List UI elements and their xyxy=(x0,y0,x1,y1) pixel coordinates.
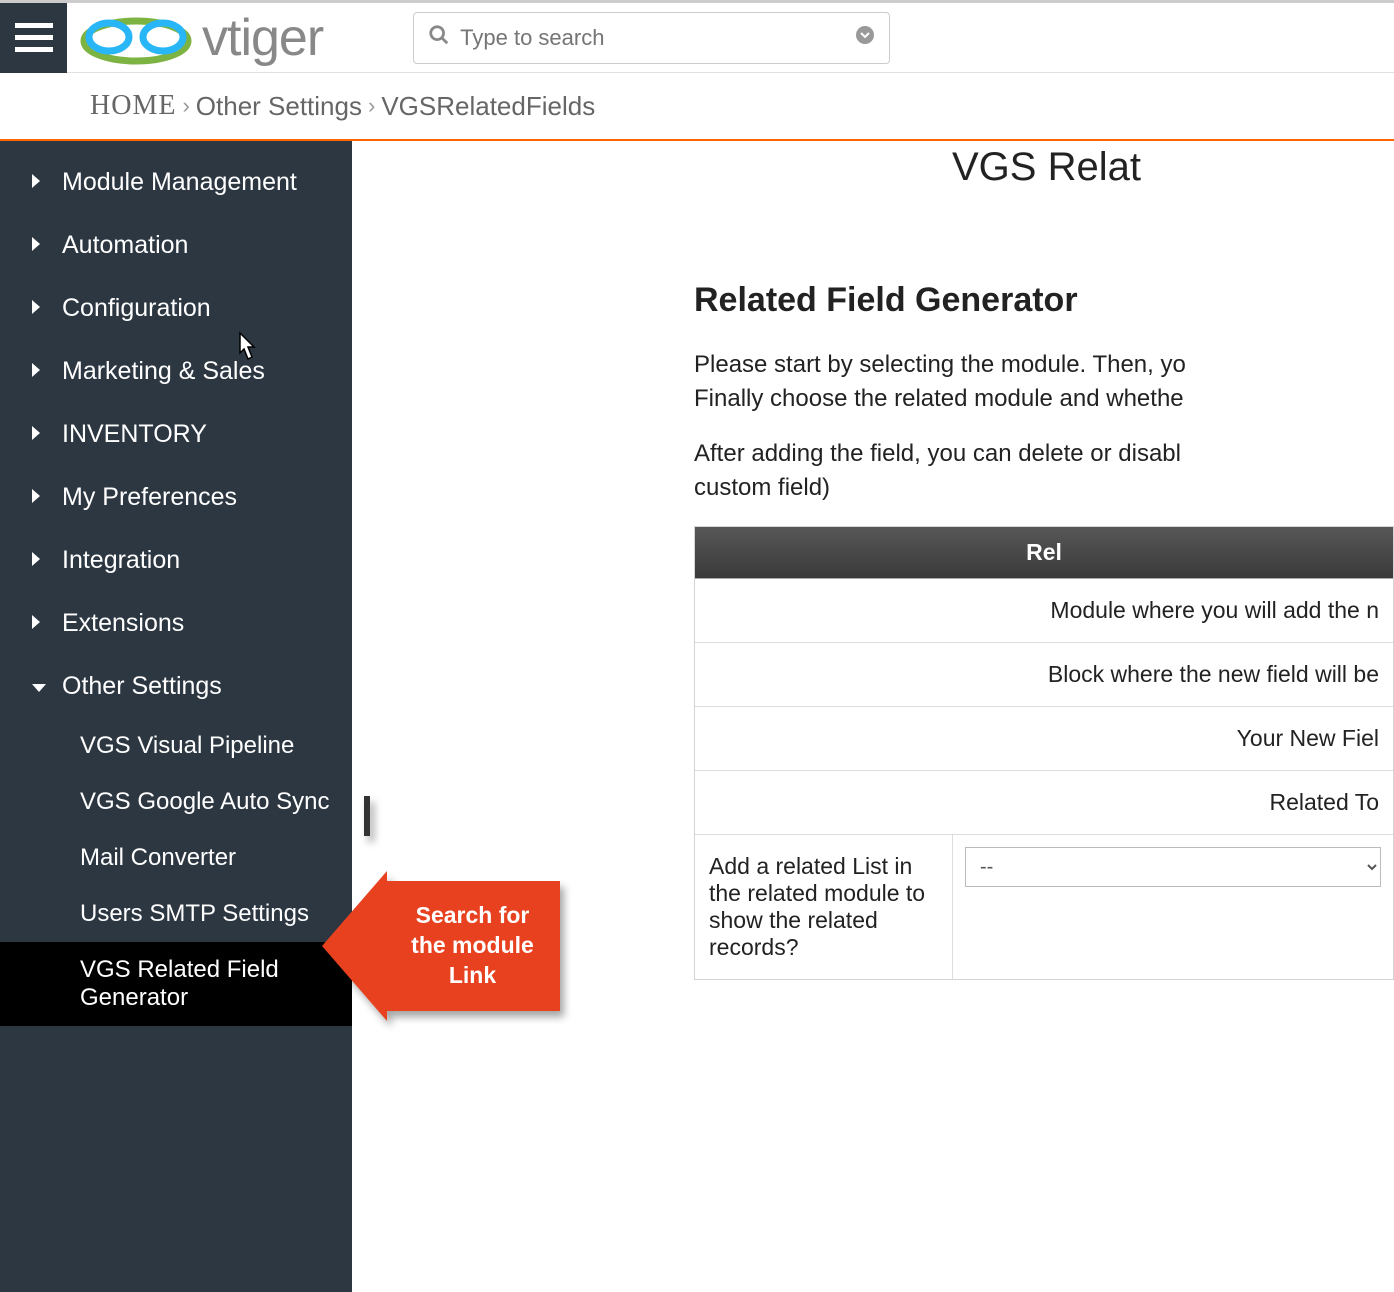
content-area: Related Field Generator Please start by … xyxy=(694,281,1394,980)
sidebar-item-module-management[interactable]: Module Management xyxy=(0,151,352,214)
main-content: VGS Relat Related Field Generator Please… xyxy=(352,141,1394,1292)
config-row: Module where you will add the n xyxy=(695,579,1393,643)
config-row: Related To xyxy=(695,771,1393,835)
breadcrumb: HOME › Other Settings › VGSRelatedFields xyxy=(0,73,1394,141)
sidebar-item-my-preferences[interactable]: My Preferences xyxy=(0,466,352,529)
sidebar-item-configuration[interactable]: Configuration xyxy=(0,277,352,340)
sidebar-subitem-visual-pipeline[interactable]: VGS Visual Pipeline xyxy=(0,718,352,774)
chevron-right-icon xyxy=(30,420,44,449)
sidebar-subitem-users-smtp[interactable]: Users SMTP Settings xyxy=(0,886,352,942)
search-input[interactable] xyxy=(460,25,855,51)
chevron-right-icon xyxy=(30,231,44,260)
config-table: Rel Module where you will add the n Bloc… xyxy=(694,526,1394,980)
sidebar-subitem-label: Users SMTP Settings xyxy=(80,900,309,927)
arrow-left-icon xyxy=(322,871,387,1021)
sidebar-item-label: Module Management xyxy=(62,168,297,197)
sidebar-item-integration[interactable]: Integration xyxy=(0,529,352,592)
config-cell-label: Your New Fiel xyxy=(695,707,1393,770)
sidebar-item-extensions[interactable]: Extensions xyxy=(0,592,352,655)
search-dropdown-icon[interactable] xyxy=(855,25,875,51)
callout-text: Search for the module Link xyxy=(385,881,560,1011)
desc-text: Finally choose the related module and wh… xyxy=(694,385,1184,412)
callout-annotation: Search for the module Link xyxy=(322,881,497,1011)
search-icon xyxy=(428,24,450,52)
desc-text: After adding the field, you can delete o… xyxy=(694,440,1181,467)
sidebar-item-label: My Preferences xyxy=(62,483,237,512)
sidebar: Module Management Automation Configurati… xyxy=(0,141,352,1292)
topbar: vtiger xyxy=(0,0,1394,73)
sidebar-item-marketing-sales[interactable]: Marketing & Sales xyxy=(0,340,352,403)
sidebar-item-label: Marketing & Sales xyxy=(62,357,265,386)
sidebar-item-label: INVENTORY xyxy=(62,420,207,449)
config-header: Rel xyxy=(695,527,1393,579)
sidebar-item-label: Automation xyxy=(62,231,188,260)
sidebar-item-label: Configuration xyxy=(62,294,211,323)
sidebar-subitem-label: VGS Visual Pipeline xyxy=(80,732,294,759)
sidebar-subitem-label: VGS Related Field Generator xyxy=(80,956,279,1011)
config-cell-label: Add a related List in the related module… xyxy=(695,835,953,979)
sidebar-subitem-related-field-generator[interactable]: VGS Related Field Generator xyxy=(0,942,352,1026)
hamburger-icon xyxy=(15,23,53,53)
logo-text: vtiger xyxy=(202,8,323,68)
desc-text: custom field) xyxy=(694,474,830,501)
sidebar-item-other-settings[interactable]: Other Settings xyxy=(0,655,352,718)
chevron-right-icon: › xyxy=(368,93,375,119)
config-cell-label: Block where the new field will be xyxy=(695,643,1393,706)
config-row: Your New Fiel xyxy=(695,707,1393,771)
logo-cloud-icon xyxy=(79,9,194,67)
config-row: Add a related List in the related module… xyxy=(695,835,1393,979)
search-box[interactable] xyxy=(413,12,890,64)
callout-stem-icon xyxy=(364,796,370,836)
related-list-select[interactable]: -- xyxy=(965,847,1381,887)
chevron-right-icon xyxy=(30,483,44,512)
breadcrumb-item[interactable]: Other Settings xyxy=(196,91,362,122)
hamburger-menu-button[interactable] xyxy=(0,3,67,73)
chevron-right-icon xyxy=(30,546,44,575)
desc-text: Please start by selecting the module. Th… xyxy=(694,351,1186,378)
breadcrumb-item[interactable]: VGSRelatedFields xyxy=(381,91,595,122)
page-title: VGS Relat xyxy=(952,145,1141,190)
sidebar-item-automation[interactable]: Automation xyxy=(0,214,352,277)
sidebar-subitem-mail-converter[interactable]: Mail Converter xyxy=(0,830,352,886)
config-cell-label: Module where you will add the n xyxy=(695,579,1393,642)
sidebar-subitem-label: Mail Converter xyxy=(80,844,236,871)
chevron-right-icon xyxy=(30,168,44,197)
config-cell-input: -- xyxy=(953,835,1393,979)
config-row: Block where the new field will be xyxy=(695,643,1393,707)
sidebar-item-label: Extensions xyxy=(62,609,184,638)
chevron-right-icon xyxy=(30,609,44,638)
chevron-down-icon xyxy=(30,672,44,701)
sidebar-item-inventory[interactable]: INVENTORY xyxy=(0,403,352,466)
section-heading: Related Field Generator xyxy=(694,281,1394,320)
sidebar-subitem-label: VGS Google Auto Sync xyxy=(80,788,329,815)
sidebar-item-label: Other Settings xyxy=(62,672,222,701)
breadcrumb-home[interactable]: HOME xyxy=(90,90,176,122)
description-line-2: After adding the field, you can delete o… xyxy=(694,437,1394,504)
chevron-right-icon xyxy=(30,294,44,323)
chevron-right-icon xyxy=(30,357,44,386)
chevron-right-icon: › xyxy=(182,93,189,119)
body: Module Management Automation Configurati… xyxy=(0,141,1394,1292)
logo[interactable]: vtiger xyxy=(79,8,323,68)
description-line-1: Please start by selecting the module. Th… xyxy=(694,348,1394,415)
config-cell-label: Related To xyxy=(695,771,1393,834)
sidebar-subitem-google-auto-sync[interactable]: VGS Google Auto Sync xyxy=(0,774,352,830)
sidebar-item-label: Integration xyxy=(62,546,180,575)
